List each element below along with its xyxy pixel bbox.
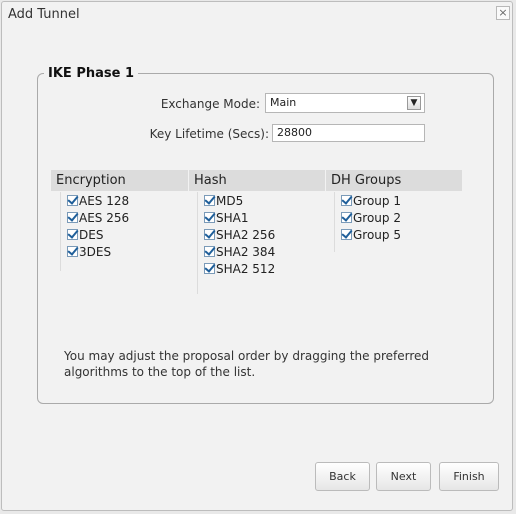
list-item[interactable]: Group 2 xyxy=(341,209,401,226)
finish-button[interactable]: Finish xyxy=(439,462,499,491)
list-item[interactable]: Group 5 xyxy=(341,226,401,243)
checkbox-checked-icon[interactable] xyxy=(341,195,352,206)
close-icon[interactable]: × xyxy=(496,6,510,20)
proposal-order-note: You may adjust the proposal order by dra… xyxy=(64,349,430,379)
checkbox-checked-icon[interactable] xyxy=(67,195,78,206)
dialog-title: Add Tunnel xyxy=(8,7,80,22)
list-item[interactable]: AES 128 xyxy=(67,192,129,209)
checkbox-checked-icon[interactable] xyxy=(204,195,215,206)
list-item[interactable]: 3DES xyxy=(67,243,129,260)
dh-groups-list: Group 1 Group 2 Group 5 xyxy=(334,192,401,252)
exchange-mode-select[interactable]: Main ▼ xyxy=(265,93,425,113)
exchange-mode-label: Exchange Mode: xyxy=(160,97,260,111)
list-item[interactable]: Group 1 xyxy=(341,192,401,209)
list-item[interactable]: DES xyxy=(67,226,129,243)
key-lifetime-input[interactable]: 28800 xyxy=(272,124,425,142)
checkbox-checked-icon[interactable] xyxy=(67,229,78,240)
list-item[interactable]: SHA2 512 xyxy=(204,260,275,277)
list-item[interactable]: MD5 xyxy=(204,192,275,209)
checkbox-checked-icon[interactable] xyxy=(67,212,78,223)
hash-header[interactable]: Hash xyxy=(189,170,325,191)
checkbox-checked-icon[interactable] xyxy=(341,229,352,240)
list-item[interactable]: SHA2 384 xyxy=(204,243,275,260)
checkbox-checked-icon[interactable] xyxy=(204,246,215,257)
dh-groups-header[interactable]: DH Groups xyxy=(326,170,462,191)
hash-list: MD5 SHA1 SHA2 256 SHA2 384 SHA2 512 xyxy=(197,192,275,294)
key-lifetime-label: Key Lifetime (Secs): xyxy=(149,127,269,141)
ike-phase1-legend: IKE Phase 1 xyxy=(44,66,138,81)
back-button[interactable]: Back xyxy=(315,462,370,491)
list-item[interactable]: AES 256 xyxy=(67,209,129,226)
list-item[interactable]: SHA2 256 xyxy=(204,226,275,243)
checkbox-checked-icon[interactable] xyxy=(204,229,215,240)
title-bar: Add Tunnel × xyxy=(2,2,512,26)
checkbox-checked-icon[interactable] xyxy=(341,212,352,223)
checkbox-checked-icon[interactable] xyxy=(204,212,215,223)
next-button[interactable]: Next xyxy=(376,462,431,491)
list-item[interactable]: SHA1 xyxy=(204,209,275,226)
checkbox-checked-icon[interactable] xyxy=(204,263,215,274)
encryption-header[interactable]: Encryption xyxy=(51,170,188,191)
exchange-mode-value: Main xyxy=(270,96,297,109)
checkbox-checked-icon[interactable] xyxy=(67,246,78,257)
encryption-list: AES 128 AES 256 DES 3DES xyxy=(60,192,129,271)
chevron-down-icon[interactable]: ▼ xyxy=(407,96,421,110)
